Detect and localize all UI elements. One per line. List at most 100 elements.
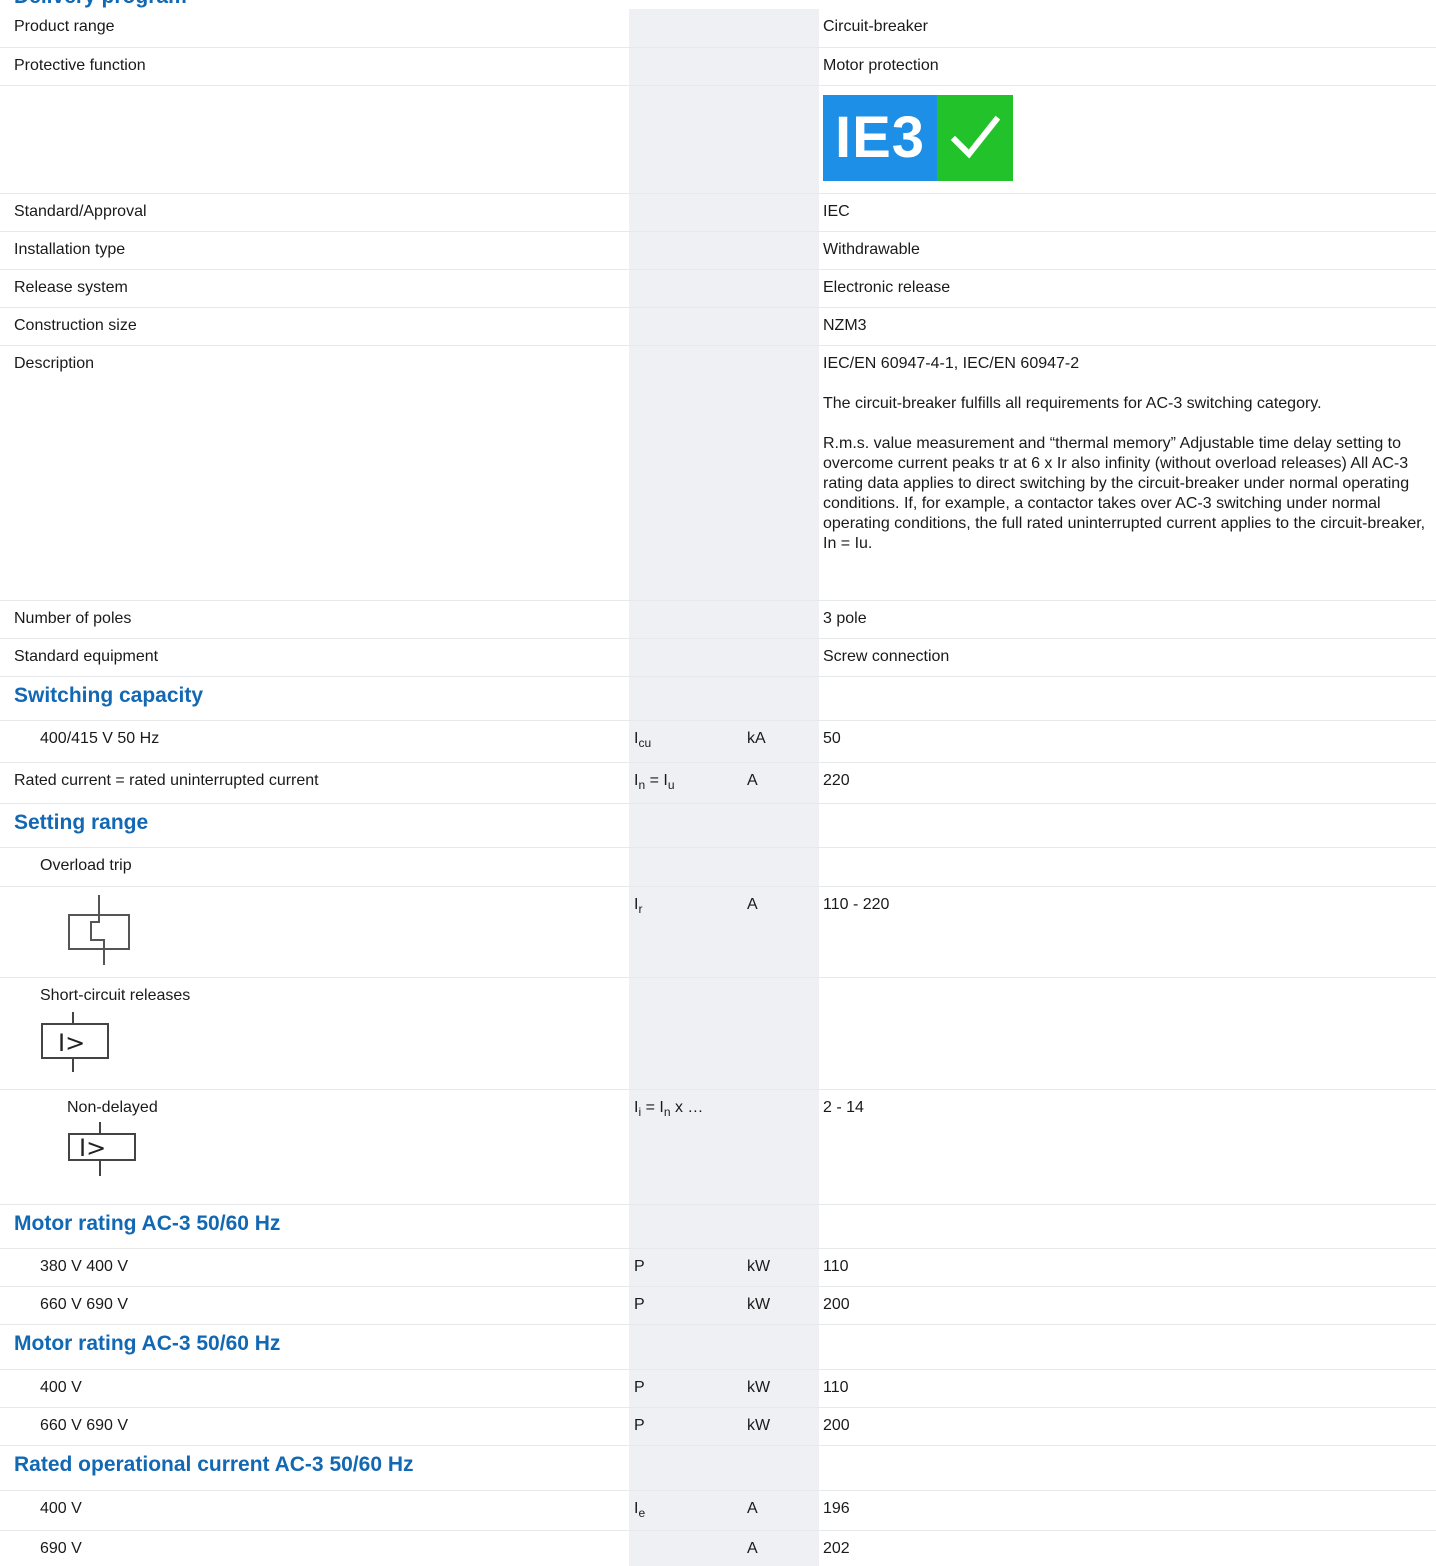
row-unit: kW <box>747 1369 819 1408</box>
row-label: 380 V 400 V <box>0 1248 629 1287</box>
table-row: 690 V A 202 <box>0 1530 1436 1566</box>
table-row: Description IEC/EN 60947-4-1, IEC/EN 609… <box>0 345 1436 601</box>
short-circuit-release-icon: I> <box>41 1011 109 1072</box>
row-symbol: Ir <box>629 886 747 978</box>
table-row: 660 V 690 V P kW 200 <box>0 1286 1436 1325</box>
row-value: Electronic release <box>819 269 1436 308</box>
row-unit: A <box>747 886 819 978</box>
row-label: 400/415 V 50 Hz <box>0 720 629 763</box>
description-standards: IEC/EN 60947-4-1, IEC/EN 60947-2 <box>823 354 1080 372</box>
section-title: Switching capacity <box>0 676 629 721</box>
row-value: 200 <box>819 1286 1436 1325</box>
table-row: Rated current = rated uninterrupted curr… <box>0 762 1436 804</box>
table-row: Product range Circuit-breaker <box>0 9 1436 48</box>
row-symbol: Ie <box>629 1490 747 1531</box>
row-symbol: P <box>629 1248 747 1287</box>
section-title: Rated operational current AC-3 50/60 Hz <box>0 1445 629 1491</box>
checkmark-icon <box>937 94 1013 181</box>
row-value: IEC <box>819 193 1436 232</box>
section-heading-row: Rated operational current AC-3 50/60 Hz <box>0 1445 1436 1491</box>
description-ac3: The circuit-breaker fulfills all require… <box>823 394 1322 412</box>
row-unit: kW <box>747 1248 819 1287</box>
row-symbol: P <box>629 1286 747 1325</box>
page-heading: Delivery program <box>14 0 187 8</box>
table-row: 660 V 690 V P kW 200 <box>0 1407 1436 1446</box>
table-row: Standard equipment Screw connection <box>0 638 1436 677</box>
row-symbol: Icu <box>629 720 747 763</box>
row-label: Overload trip <box>0 847 629 887</box>
row-value: 196 <box>819 1490 1436 1531</box>
row-unit: kW <box>747 1407 819 1446</box>
row-label: Product range <box>0 9 629 48</box>
row-label: Standard/Approval <box>0 193 629 232</box>
row-label: 690 V <box>0 1530 629 1566</box>
row-label: Description <box>0 345 629 601</box>
table-row: Non-delayed I> Ii = In x … 2 - 14 <box>0 1089 1436 1205</box>
row-label: Number of poles <box>0 600 629 639</box>
overload-release-icon <box>68 894 130 965</box>
table-row: Installation type Withdrawable <box>0 231 1436 270</box>
row-label: Installation type <box>0 231 629 270</box>
row-unit: kW <box>747 1286 819 1325</box>
spec-table: Product range Circuit-breaker Protective… <box>0 9 1436 1566</box>
row-value: Screw connection <box>819 638 1436 677</box>
section-heading-row: Setting range <box>0 803 1436 848</box>
row-label: Release system <box>0 269 629 308</box>
row-label: 400 V <box>0 1369 629 1408</box>
row-unit: A <box>747 1490 819 1531</box>
row-value: Motor protection <box>819 47 1436 86</box>
table-row: Number of poles 3 pole <box>0 600 1436 639</box>
row-value: 110 <box>819 1369 1436 1408</box>
row-unit: A <box>747 762 819 804</box>
row-label: Standard equipment <box>0 638 629 677</box>
row-symbol: In = Iu <box>629 762 747 804</box>
section-title: Motor rating AC-3 50/60 Hz <box>0 1204 629 1249</box>
row-value: 200 <box>819 1407 1436 1446</box>
section-title: Motor rating AC-3 50/60 Hz <box>0 1324 629 1370</box>
table-row: Overload trip <box>0 847 1436 887</box>
description-text: IEC/EN 60947-4-1, IEC/EN 60947-2 The cir… <box>819 345 1436 601</box>
table-row: 400 V P kW 110 <box>0 1369 1436 1408</box>
row-value: Withdrawable <box>819 231 1436 270</box>
table-row: IE3 <box>0 85 1436 194</box>
row-value: 220 <box>819 762 1436 804</box>
table-row: Ir A 110 - 220 <box>0 886 1436 978</box>
row-unit: kA <box>747 720 819 763</box>
row-label: 660 V 690 V <box>0 1407 629 1446</box>
ie3-label: IE3 <box>823 94 937 181</box>
row-unit: A <box>747 1530 819 1566</box>
table-row: 400 V Ie A 196 <box>0 1490 1436 1531</box>
section-heading-row: Motor rating AC-3 50/60 Hz <box>0 1324 1436 1370</box>
table-row: Release system Electronic release <box>0 269 1436 308</box>
row-value: 50 <box>819 720 1436 763</box>
svg-text:I>: I> <box>58 1029 85 1057</box>
description-details: R.m.s. value measurement and “thermal me… <box>823 434 1426 552</box>
row-value: 110 - 220 <box>819 886 1436 978</box>
row-symbol: P <box>629 1369 747 1408</box>
table-row: Standard/Approval IEC <box>0 193 1436 232</box>
section-heading-row: Motor rating AC-3 50/60 Hz <box>0 1204 1436 1249</box>
row-label: 660 V 690 V <box>0 1286 629 1325</box>
row-value: Circuit-breaker <box>819 9 1436 48</box>
instantaneous-release-icon: I> <box>68 1121 136 1176</box>
table-row: 400/415 V 50 Hz Icu kA 50 <box>0 720 1436 763</box>
svg-text:I>: I> <box>79 1134 106 1162</box>
table-row: 380 V 400 V P kW 110 <box>0 1248 1436 1287</box>
row-value: 2 - 14 <box>819 1089 1436 1205</box>
row-label: Construction size <box>0 307 629 346</box>
row-label: Protective function <box>0 47 629 86</box>
row-symbol: Ii = In x … <box>629 1089 747 1205</box>
table-row: Short-circuit releases I> <box>0 977 1436 1090</box>
row-label: Short-circuit releases <box>40 986 191 1004</box>
section-title: Setting range <box>0 803 629 848</box>
row-value: NZM3 <box>819 307 1436 346</box>
row-label: Rated current = rated uninterrupted curr… <box>0 762 629 804</box>
row-value: 3 pole <box>819 600 1436 639</box>
row-symbol: P <box>629 1407 747 1446</box>
section-heading-row: Switching capacity <box>0 676 1436 721</box>
row-label: Non-delayed <box>67 1098 158 1116</box>
row-label: 400 V <box>0 1490 629 1531</box>
table-row: Protective function Motor protection <box>0 47 1436 86</box>
row-value: 202 <box>819 1530 1436 1566</box>
ie3-badge: IE3 <box>823 94 1013 181</box>
